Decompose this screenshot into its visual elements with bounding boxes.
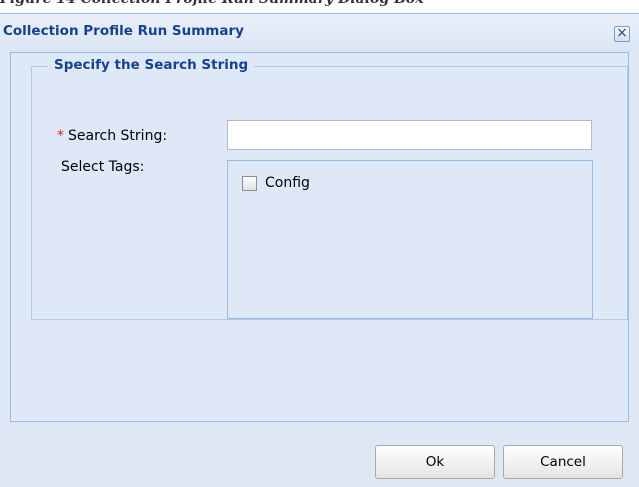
ok-button[interactable]: Ok [375,445,495,479]
search-string-label-text: Search String: [68,128,168,144]
document-caption: Figure 14 Collection Profile Run Summary… [0,0,639,9]
dialog-footer: Ok Cancel [0,422,639,487]
search-string-input[interactable] [227,120,592,150]
close-icon[interactable]: × [614,26,630,42]
dialog-titlebar[interactable]: Collection Profile Run Summary × [0,14,639,52]
required-marker: * [57,128,64,144]
config-checkbox[interactable] [242,175,257,191]
cancel-button[interactable]: Cancel [503,445,623,479]
select-tags-label: Select Tags: [61,159,145,175]
tags-list: Config [227,160,593,319]
tag-label-config: Config [265,175,310,191]
tag-item-config[interactable]: Config [242,175,310,191]
dialog-title: Collection Profile Run Summary [3,23,244,39]
page: Figure 14 Collection Profile Run Summary… [0,0,639,487]
dialog-window: Collection Profile Run Summary × Specify… [0,13,639,487]
search-string-label: * Search String: [57,128,167,144]
fieldset-legend: Specify the Search String [48,57,255,73]
